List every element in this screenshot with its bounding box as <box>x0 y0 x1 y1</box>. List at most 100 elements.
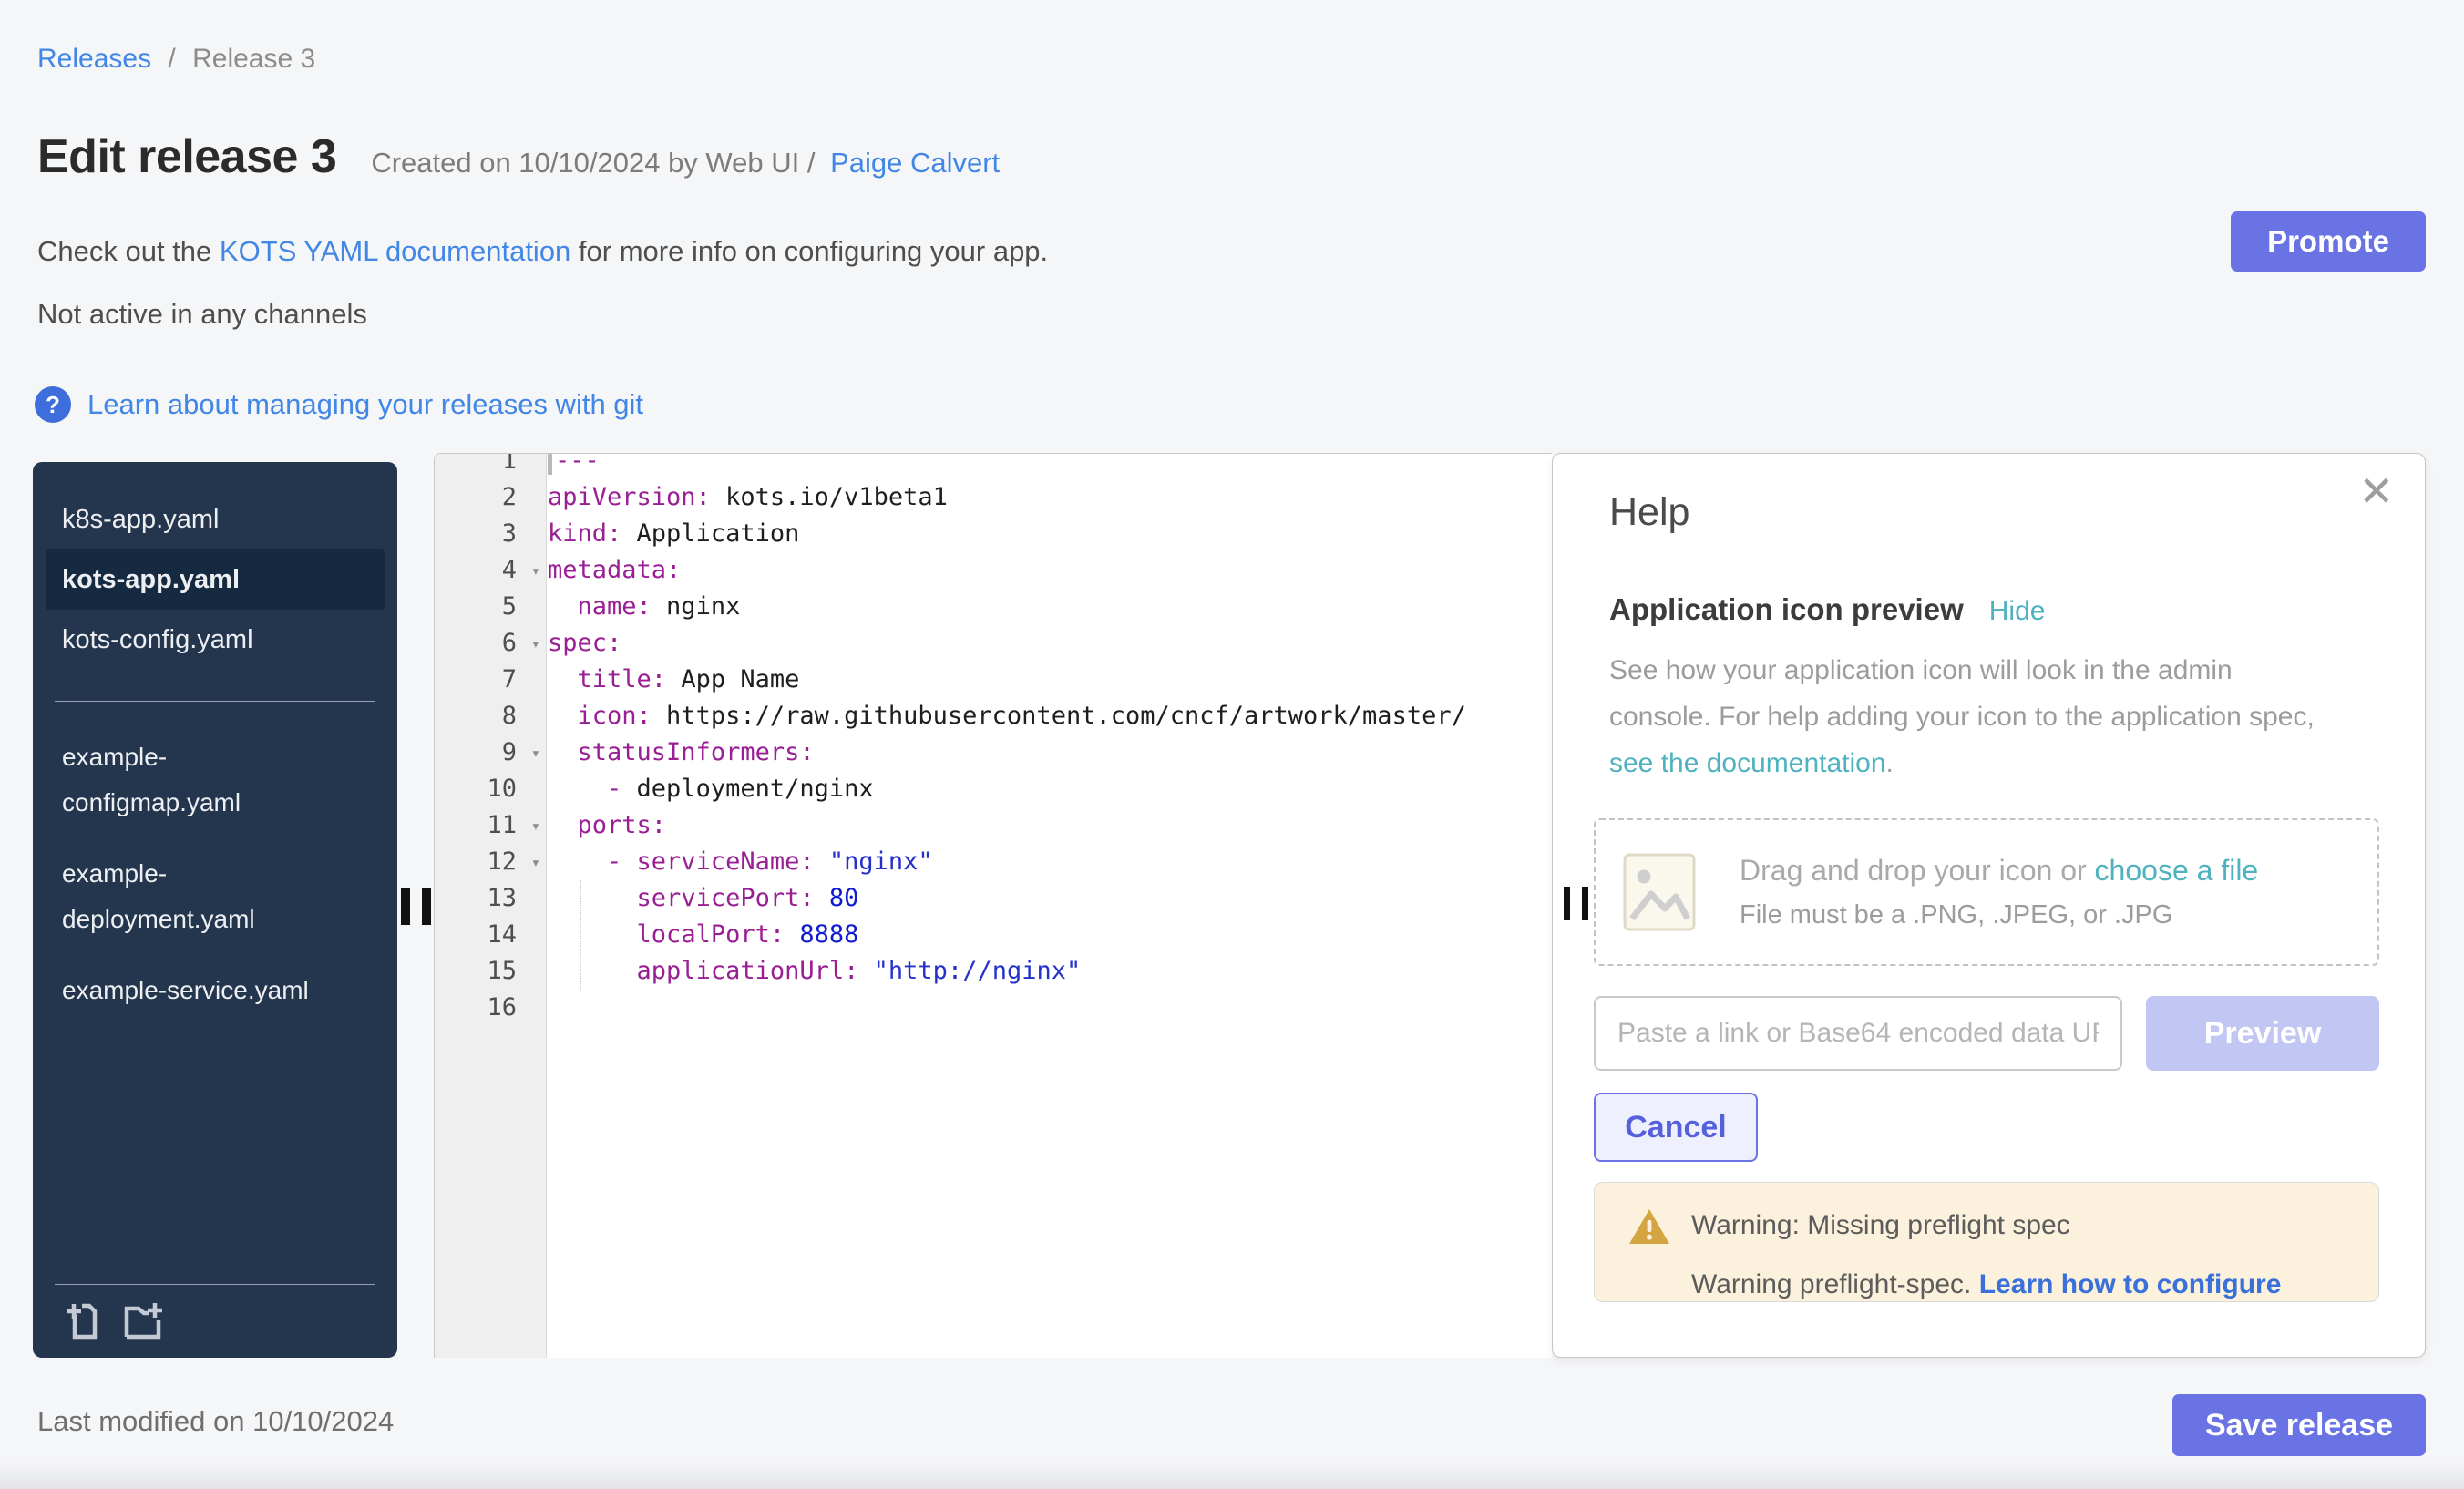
icon-url-input[interactable] <box>1594 996 2122 1071</box>
last-modified-text: Last modified on 10/10/2024 <box>37 1405 394 1438</box>
code-line-8[interactable]: icon: https://raw.githubusercontent.com/… <box>548 698 1552 734</box>
add-file-icon[interactable] <box>62 1299 104 1341</box>
title-row: Edit release 3 Created on 10/10/2024 by … <box>37 129 1000 184</box>
choose-file-link[interactable]: choose a file <box>2095 854 2259 887</box>
file-sidebar: k8s-app.yamlkots-app.yamlkots-config.yam… <box>33 462 397 1358</box>
created-text: Created on 10/10/2024 by Web UI / <box>371 147 815 179</box>
code-line-5[interactable]: name: nginx <box>548 589 1552 625</box>
learn-how-to-configure-link[interactable]: Learn how to configure <box>1979 1269 2282 1299</box>
git-help-row: ? Learn about managing your releases wit… <box>35 386 643 423</box>
preview-button[interactable]: Preview <box>2146 996 2379 1071</box>
line-number-16: 16 <box>435 990 546 1026</box>
page-title: Edit release 3 <box>37 129 336 184</box>
code-line-11[interactable]: ports: <box>548 807 1552 844</box>
line-number-10: 10 <box>435 771 546 807</box>
fold-arrow-line-11[interactable]: ▾ <box>531 808 540 845</box>
warning-banner: Warning: Missing preflight spec Warning … <box>1594 1182 2379 1302</box>
image-placeholder-icon <box>1621 847 1698 938</box>
code-line-6[interactable]: spec: <box>548 625 1552 662</box>
text-cursor <box>548 453 552 475</box>
help-panel-resize-handle[interactable] <box>1564 887 1588 920</box>
editor-line-numbers: 1234▾56▾789▾1011▾12▾13141516 <box>435 453 546 1026</box>
promote-button[interactable]: Promote <box>2231 211 2426 272</box>
warning-body-text: Warning preflight-spec. <box>1691 1269 1979 1299</box>
editor-code[interactable]: ---apiVersion: kots.io/v1beta1kind: Appl… <box>548 453 1552 1026</box>
line-number-12: 12▾ <box>435 844 546 880</box>
created-info: Created on 10/10/2024 by Web UI / Paige … <box>371 147 1000 180</box>
add-folder-icon[interactable] <box>122 1299 164 1341</box>
bottom-fade <box>0 1462 2464 1489</box>
help-panel: ✕ Help Application icon preview Hide See… <box>1552 453 2426 1358</box>
warning-body: Warning preflight-spec. Learn how to con… <box>1691 1269 2281 1300</box>
help-section-header: Application icon preview Hide <box>1609 592 2045 627</box>
docs-notice-pre: Check out the <box>37 235 220 267</box>
help-description-period: . <box>1886 748 1894 778</box>
breadcrumb-separator: / <box>168 44 175 74</box>
git-releases-link[interactable]: Learn about managing your releases with … <box>87 388 643 421</box>
code-line-14[interactable]: localPort: 8888 <box>548 917 1552 953</box>
line-number-8: 8 <box>435 698 546 734</box>
line-number-3: 3 <box>435 516 546 552</box>
fold-arrow-line-6[interactable]: ▾ <box>531 626 540 662</box>
code-line-12[interactable]: - serviceName: "nginx" <box>548 844 1552 880</box>
sidebar-resize-handle[interactable] <box>401 888 431 925</box>
line-number-2: 2 <box>435 479 546 516</box>
fold-arrow-line-12[interactable]: ▾ <box>531 845 540 881</box>
code-line-16[interactable] <box>548 990 1552 1026</box>
line-number-9: 9▾ <box>435 734 546 771</box>
code-line-2[interactable]: apiVersion: kots.io/v1beta1 <box>548 479 1552 516</box>
code-line-9[interactable]: statusInformers: <box>548 734 1552 771</box>
page: Releases / Release 3 Edit release 3 Crea… <box>0 0 2464 1489</box>
sidebar-bottom-toolbar <box>55 1284 375 1345</box>
yaml-editor[interactable]: 1234▾56▾789▾1011▾12▾13141516 ---apiVersi… <box>434 453 1552 1358</box>
warning-title: Warning: Missing preflight spec <box>1691 1210 2070 1241</box>
help-description-text: See how your application icon will look … <box>1609 655 2315 732</box>
code-line-4[interactable]: metadata: <box>548 552 1552 589</box>
icon-preview-title: Application icon preview <box>1609 592 1964 627</box>
breadcrumb: Releases / Release 3 <box>37 44 315 75</box>
file-item-example-service.yaml[interactable]: example-service.yaml <box>46 955 347 1026</box>
file-item-kots-app.yaml[interactable]: kots-app.yaml <box>46 549 385 610</box>
line-number-1: 1 <box>435 453 546 479</box>
author-link[interactable]: Paige Calvert <box>830 147 1000 179</box>
fold-arrow-line-4[interactable]: ▾ <box>531 553 540 590</box>
dropzone-line1-text: Drag and drop your icon or <box>1740 854 2095 887</box>
file-item-k8s-app.yaml[interactable]: k8s-app.yaml <box>46 489 385 549</box>
channel-status: Not active in any channels <box>37 298 367 331</box>
hide-link[interactable]: Hide <box>1989 596 2046 627</box>
code-line-15[interactable]: applicationUrl: "http://nginx" <box>548 953 1552 990</box>
breadcrumb-releases-link[interactable]: Releases <box>37 44 151 74</box>
line-number-14: 14 <box>435 917 546 953</box>
code-line-7[interactable]: title: App Name <box>548 662 1552 698</box>
file-item-example-deployment.yaml[interactable]: example-deployment.yaml <box>46 838 347 955</box>
line-number-6: 6▾ <box>435 625 546 662</box>
file-list: k8s-app.yamlkots-app.yamlkots-config.yam… <box>33 489 397 1026</box>
line-number-4: 4▾ <box>435 552 546 589</box>
dropzone-file-types: File must be a .PNG, .JPEG, or .JPG <box>1740 900 2258 930</box>
icon-url-row: Preview <box>1594 996 2379 1071</box>
fold-arrow-line-9[interactable]: ▾ <box>531 735 540 772</box>
line-number-5: 5 <box>435 589 546 625</box>
docs-notice-post: for more info on configuring your app. <box>570 235 1048 267</box>
icon-dropzone[interactable]: Drag and drop your icon or choose a file… <box>1594 818 2379 966</box>
cancel-button[interactable]: Cancel <box>1594 1093 1758 1162</box>
see-documentation-link[interactable]: see the documentation <box>1609 748 1886 778</box>
line-number-15: 15 <box>435 953 546 990</box>
file-item-kots-config.yaml[interactable]: kots-config.yaml <box>46 610 385 670</box>
help-description: See how your application icon will look … <box>1609 647 2338 786</box>
file-item-example-configmap.yaml[interactable]: example-configmap.yaml <box>46 722 347 838</box>
close-icon[interactable]: ✕ <box>2358 467 2394 516</box>
code-line-13[interactable]: servicePort: 80 <box>548 880 1552 917</box>
save-release-button[interactable]: Save release <box>2172 1394 2426 1456</box>
kots-yaml-docs-link[interactable]: KOTS YAML documentation <box>220 235 570 267</box>
question-mark-icon: ? <box>35 386 71 423</box>
line-number-7: 7 <box>435 662 546 698</box>
sidebar-divider <box>55 701 375 702</box>
docs-notice: Check out the KOTS YAML documentation fo… <box>37 235 1048 268</box>
code-line-10[interactable]: - deployment/nginx <box>548 771 1552 807</box>
code-line-1[interactable]: --- <box>548 453 1552 479</box>
warning-triangle-icon <box>1627 1207 1671 1247</box>
help-title: Help <box>1609 490 1689 535</box>
breadcrumb-current: Release 3 <box>192 44 315 74</box>
code-line-3[interactable]: kind: Application <box>548 516 1552 552</box>
